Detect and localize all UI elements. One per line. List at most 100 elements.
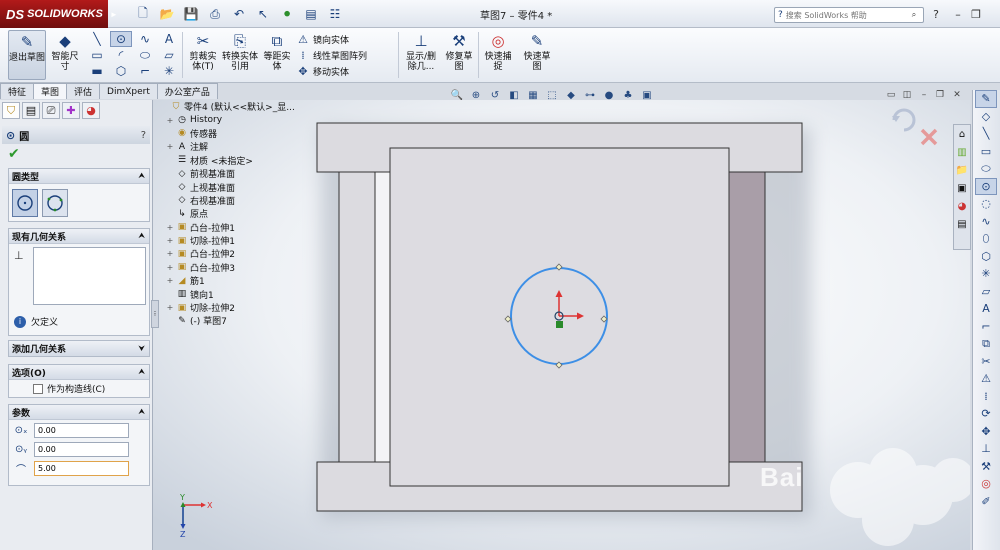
options-icon[interactable]: ☷ (324, 5, 346, 23)
fillet-icon[interactable]: ⌐ (975, 318, 997, 336)
viewport-tile-icon[interactable]: ▭ (884, 89, 898, 101)
trim-icon[interactable]: ✂ (975, 353, 997, 371)
search-go-icon[interactable]: ⌕ (905, 10, 923, 20)
tree-item[interactable]: ✎ (-) 草图7 (160, 314, 315, 328)
viewport-restore-icon[interactable]: ❐ (933, 89, 947, 101)
tree-item[interactable]: + A 注解 (160, 140, 315, 154)
slot-icon[interactable]: ⬭ (975, 160, 997, 178)
perimeter-circle-icon[interactable]: ◌ (975, 195, 997, 213)
radius-input[interactable] (34, 461, 129, 476)
new-file-icon[interactable]: 🗋 (132, 5, 154, 23)
tab-dimxpert[interactable]: DimXpert (99, 83, 158, 99)
ellipse-icon[interactable]: ⬯ (975, 230, 997, 248)
tree-item[interactable]: ◉ 传感器 (160, 127, 315, 140)
previous-view-icon[interactable]: ↺ (487, 88, 503, 102)
line-icon[interactable]: ╲ (975, 125, 997, 143)
expand-icon[interactable]: + (166, 263, 174, 272)
spline-icon[interactable]: ∿ (134, 31, 156, 47)
help-dropdown-icon[interactable]: ? (928, 6, 944, 22)
cancel-sketch-icon[interactable] (920, 128, 938, 146)
tree-root-part[interactable]: ⛉ 零件4 (默认<<默认>_显... (160, 100, 315, 114)
zoom-area-icon[interactable]: ⊕ (468, 88, 484, 102)
center-y-input[interactable] (34, 442, 129, 457)
convert-entities-button[interactable]: ⎘ 转换实体引用 (222, 30, 258, 80)
mirror-icon[interactable]: ⚠ (975, 370, 997, 388)
view-orientation-icon[interactable]: ⬚ (544, 88, 560, 102)
tree-item[interactable]: ◇ 右视基准面 (160, 194, 315, 207)
point-icon[interactable]: ✳ (975, 265, 997, 283)
edit-appearance-icon[interactable]: ● (601, 88, 617, 102)
circle-tool-icon[interactable]: ⊙ (110, 31, 132, 47)
repair-sketch-button[interactable]: ⚒ 修复草图 (442, 30, 476, 80)
ellipse-icon[interactable]: ⬭ (134, 47, 156, 63)
exit-sketch-button[interactable]: ✎ 退出草图 (8, 30, 46, 80)
help-icon[interactable]: ? (141, 130, 146, 141)
view-settings-icon[interactable]: ▣ (639, 88, 655, 102)
search-input[interactable] (785, 10, 886, 20)
dynamic-annotation-icon[interactable]: ▦ (525, 88, 541, 102)
ok-check-icon[interactable]: ✔ (8, 146, 20, 162)
rectangle-icon[interactable]: ▭ (975, 143, 997, 161)
tree-item[interactable]: ▥ 镜向1 (160, 287, 315, 301)
tree-item[interactable]: + ◷ History (160, 113, 315, 126)
center-x-input[interactable] (34, 423, 129, 438)
quick-snaps-button[interactable]: ◎ 快速捕捉 (481, 30, 515, 80)
undo-icon[interactable]: ↶ (228, 5, 250, 23)
arc-icon[interactable]: ◜ (110, 47, 132, 63)
tree-item[interactable]: + ◢ 筋1 (160, 274, 315, 288)
tree-item[interactable]: + ▣ 切除-拉伸2 (160, 301, 315, 315)
expand-icon[interactable]: + (166, 303, 174, 312)
spline-icon[interactable]: ∿ (975, 213, 997, 231)
minimize-icon[interactable]: – (950, 6, 966, 22)
line-icon[interactable]: ╲ (86, 31, 108, 47)
move-entities-button[interactable]: ✥ 移动实体 (297, 63, 367, 79)
circle-type-header[interactable]: 圆类型 ⮝ (9, 169, 149, 184)
display-delete-relations-button[interactable]: ⊥ 显示/删除几... (402, 30, 440, 80)
polygon-icon[interactable]: ⬡ (110, 63, 132, 79)
expand-icon[interactable]: + (166, 249, 174, 258)
text-tool-icon[interactable]: A (158, 31, 180, 47)
repair-sketch-icon[interactable]: ⚒ (975, 458, 997, 476)
tree-item[interactable]: + ▣ 凸台-拉伸3 (160, 261, 315, 274)
rectangle-icon[interactable]: ▭ (86, 47, 108, 63)
section-view-icon[interactable]: ◧ (506, 88, 522, 102)
plane-icon[interactable]: ▱ (975, 283, 997, 301)
point-icon[interactable]: ✳ (158, 63, 180, 79)
tab-office-products[interactable]: 办公室产品 (156, 83, 218, 99)
tree-item[interactable]: ◇ 上视基准面 (160, 180, 315, 194)
viewport-close-icon[interactable]: ✕ (950, 89, 964, 101)
linear-pattern-icon[interactable]: ⁞ (975, 388, 997, 406)
relations-icon[interactable]: ⊥ (975, 440, 997, 458)
restore-icon[interactable]: ❐ (968, 6, 984, 22)
expand-icon[interactable]: + (166, 116, 174, 125)
solidworks-logo[interactable]: DS SOLIDWORKS ► (0, 0, 118, 28)
design-library-icon[interactable]: ▥ (954, 144, 970, 161)
sketch-icon[interactable]: ✎ (975, 90, 997, 108)
offset-icon[interactable]: ⧉ (975, 335, 997, 353)
display-style-icon[interactable]: ◆ (563, 88, 579, 102)
fillet-icon[interactable]: ⌐ (134, 63, 156, 79)
tree-item[interactable]: ↳ 原点 (160, 207, 315, 221)
custom-properties-icon[interactable]: ▤ (954, 216, 970, 233)
tab-evaluate[interactable]: 评估 (66, 83, 101, 99)
view-palette-icon[interactable]: ▣ (954, 180, 970, 197)
configuration-manager-icon[interactable]: ⎚ (42, 102, 60, 119)
plane-sketch-icon[interactable]: ▱ (158, 47, 180, 63)
offset-entities-button[interactable]: ⧉ 等距实体 (260, 30, 294, 80)
tree-item[interactable]: + ▣ 凸台-拉伸1 (160, 221, 315, 234)
print-icon[interactable]: ⎙ (204, 5, 226, 23)
zoom-to-fit-icon[interactable]: 🔍 (449, 88, 465, 102)
solidworks-resources-icon[interactable]: ⌂ (954, 126, 970, 143)
perimeter-circle-button[interactable] (42, 189, 68, 217)
expand-icon[interactable]: + (166, 223, 174, 232)
expand-icon[interactable]: + (166, 276, 174, 285)
construction-checkbox[interactable] (33, 383, 43, 394)
add-relations-header[interactable]: 添加几何关系 ⮟ (9, 341, 149, 356)
existing-relations-header[interactable]: 现有几何关系 ⮝ (9, 229, 149, 244)
open-folder-icon[interactable]: 📂 (156, 5, 178, 23)
trim-entities-button[interactable]: ✂ 剪裁实体(T) (186, 30, 220, 80)
display-manager-icon[interactable]: ◕ (82, 102, 100, 119)
parameters-header[interactable]: 参数 ⮝ (9, 405, 149, 420)
help-search-box[interactable]: ? ⌕ (774, 7, 924, 23)
text-icon[interactable]: A (975, 300, 997, 318)
